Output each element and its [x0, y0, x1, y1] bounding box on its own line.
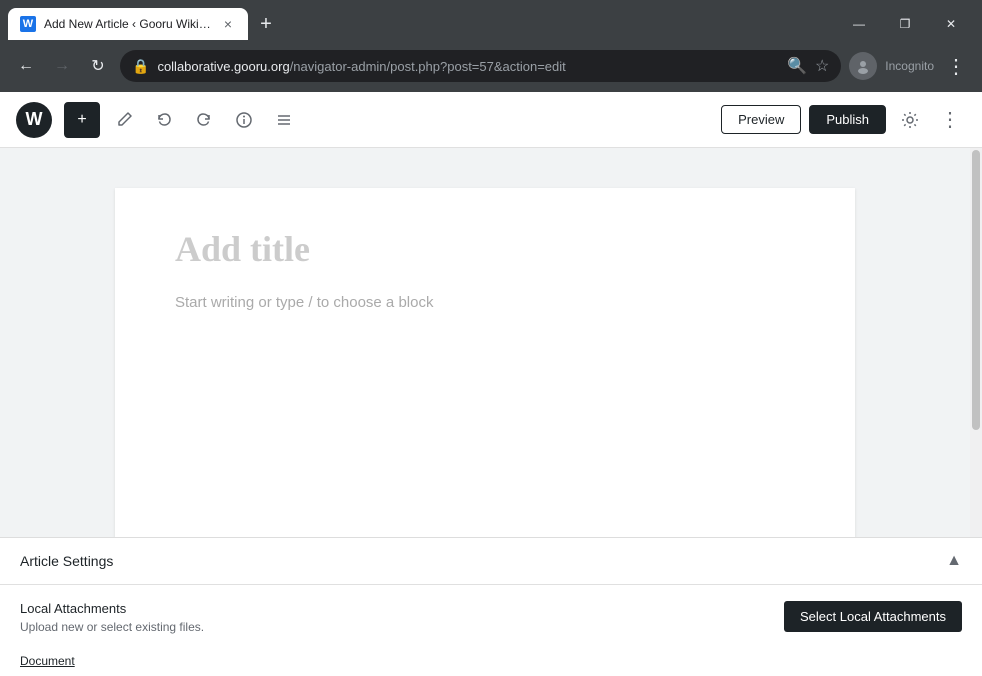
- redo-button[interactable]: [188, 104, 220, 136]
- editor-area: Add title Start writing or type / to cho…: [0, 148, 982, 537]
- scrollbar-thumb[interactable]: [972, 150, 980, 430]
- search-icon[interactable]: 🔍: [787, 56, 807, 76]
- document-link[interactable]: Document: [20, 654, 962, 668]
- editor-inner: Add title Start writing or type / to cho…: [115, 188, 855, 537]
- main-container: W +: [0, 92, 982, 676]
- gear-icon: [900, 110, 920, 130]
- bookmark-icon[interactable]: ☆: [815, 56, 829, 76]
- minimize-button[interactable]: —: [836, 8, 882, 40]
- lock-icon: 🔒: [132, 58, 149, 75]
- tab-close-button[interactable]: ×: [220, 16, 236, 32]
- wp-logo[interactable]: W: [16, 102, 52, 138]
- profile-button[interactable]: Incognito: [849, 52, 877, 80]
- publish-button[interactable]: Publish: [809, 105, 886, 134]
- address-bar: ← → ↻ 🔒 collaborative.gooru.org/navigato…: [0, 40, 982, 92]
- local-attachments-desc: Upload new or select existing files.: [20, 620, 764, 634]
- block-placeholder[interactable]: Start writing or type / to choose a bloc…: [175, 294, 795, 311]
- local-attachments-label: Local Attachments: [20, 601, 764, 616]
- list-icon: [275, 111, 293, 129]
- browser-more-button[interactable]: ⋮: [942, 50, 970, 83]
- tab-favicon: W: [20, 16, 36, 32]
- url-path: /navigator-admin/post.php?post=57&action…: [290, 59, 566, 74]
- undo-button[interactable]: [148, 104, 180, 136]
- info-icon: [235, 111, 253, 129]
- browser-tab-bar: W Add New Article ‹ Gooru Wiki — × + — ❐…: [0, 0, 982, 40]
- editor-canvas[interactable]: Add title Start writing or type / to cho…: [0, 148, 970, 537]
- close-button[interactable]: ✕: [928, 8, 974, 40]
- preview-button[interactable]: Preview: [721, 105, 801, 134]
- list-view-button[interactable]: [268, 104, 300, 136]
- wp-admin-bar: W +: [0, 92, 982, 148]
- local-attachments-info: Local Attachments Upload new or select e…: [20, 601, 764, 634]
- pen-icon: [115, 111, 133, 129]
- maximize-button[interactable]: ❐: [882, 8, 928, 40]
- article-settings-title: Article Settings: [20, 553, 113, 569]
- window-controls: — ❐ ✕: [836, 8, 974, 40]
- pen-button[interactable]: [108, 104, 140, 136]
- select-local-attachments-button[interactable]: Select Local Attachments: [784, 601, 962, 632]
- scrollbar-track[interactable]: [970, 148, 982, 537]
- add-icon: +: [77, 111, 86, 129]
- settings-button[interactable]: [894, 104, 926, 136]
- info-button[interactable]: [228, 104, 260, 136]
- url-bar[interactable]: 🔒 collaborative.gooru.org/navigator-admi…: [120, 50, 841, 82]
- add-block-button[interactable]: +: [64, 102, 100, 138]
- attachments-row: Local Attachments Upload new or select e…: [0, 585, 982, 650]
- undo-icon: [155, 111, 173, 129]
- more-options-button[interactable]: ⋮: [934, 104, 966, 136]
- redo-icon: [195, 111, 213, 129]
- incognito-label: Incognito: [885, 59, 934, 73]
- active-tab[interactable]: W Add New Article ‹ Gooru Wiki — ×: [8, 8, 248, 40]
- url-text: collaborative.gooru.org/navigator-admin/…: [157, 59, 779, 74]
- tab-title: Add New Article ‹ Gooru Wiki —: [44, 17, 212, 31]
- refresh-button[interactable]: ↻: [84, 52, 112, 80]
- title-input[interactable]: Add title: [175, 228, 795, 270]
- profile-avatar-icon: [855, 58, 871, 74]
- url-domain: collaborative.gooru.org: [157, 59, 289, 74]
- collapse-button[interactable]: ▲: [946, 552, 962, 570]
- new-tab-button[interactable]: +: [252, 10, 280, 38]
- forward-button[interactable]: →: [48, 52, 76, 80]
- back-button[interactable]: ←: [12, 52, 40, 80]
- bottom-panel: Article Settings ▲ Local Attachments Upl…: [0, 537, 982, 676]
- article-settings-header: Article Settings ▲: [0, 538, 982, 585]
